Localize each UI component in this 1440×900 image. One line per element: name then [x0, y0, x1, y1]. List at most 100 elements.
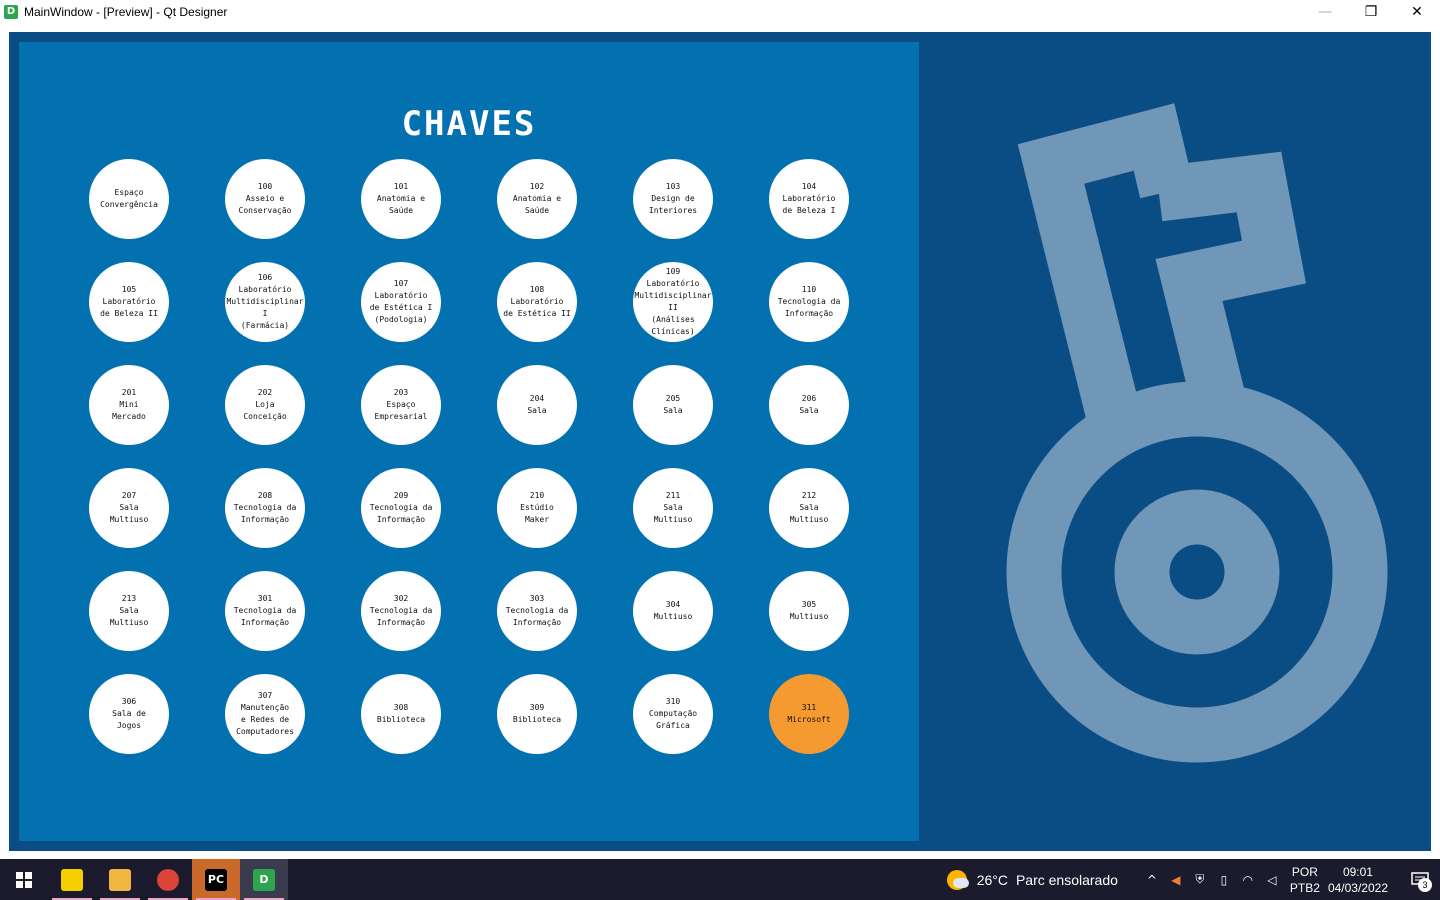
audio-alert-icon[interactable]: ◀: [1164, 873, 1188, 887]
key-button[interactable]: 209 Tecnologia da Informação: [361, 468, 441, 548]
weather-description: Parc ensolarado: [1015, 871, 1118, 888]
key-button-label: 107 Laboratório de Estética I (Podologia…: [369, 279, 433, 324]
key-button-label: 100 Asseio e Conservação: [238, 182, 292, 215]
key-button[interactable]: 212 Sala Multiuso: [769, 468, 849, 548]
key-button[interactable]: 110 Tecnologia da Informação: [769, 262, 849, 342]
keys-grid: Espaço Convergência 100 Asseio e Conserva…: [89, 159, 849, 754]
clock[interactable]: 09:01 04/03/2022: [1328, 864, 1388, 896]
key-button-label: 209 Tecnologia da Informação: [369, 491, 433, 524]
key-button[interactable]: 102 Anatomia e Saúde: [497, 159, 577, 239]
key-button-label: 308 Biblioteca: [376, 703, 426, 724]
taskbar-qt-designer[interactable]: D: [240, 859, 288, 900]
restore-button[interactable]: ❐: [1348, 0, 1394, 23]
key-button-label: 301 Tecnologia da Informação: [233, 594, 297, 627]
key-button[interactable]: 311 Microsoft: [769, 674, 849, 754]
security-icon[interactable]: ⛨: [1188, 872, 1212, 887]
key-button-label: 204 Sala: [527, 394, 547, 415]
key-button-label: 205 Sala: [663, 394, 683, 415]
key-button-label: 210 Estúdio Maker: [520, 491, 554, 524]
key-button[interactable]: 202 Loja Conceição: [225, 365, 305, 445]
key-button[interactable]: 308 Biblioteca: [361, 674, 441, 754]
key-button-label: 305 Multiuso: [789, 600, 829, 621]
key-button[interactable]: 101 Anatomia e Saúde: [361, 159, 441, 239]
key-button[interactable]: 201 Mini Mercado: [89, 365, 169, 445]
language-indicator[interactable]: POR PTB2: [1290, 864, 1320, 896]
key-button-label: 105 Laboratório de Beleza II: [100, 285, 158, 318]
chevron-up-icon[interactable]: ^: [1140, 873, 1164, 887]
key-button[interactable]: 213 Sala Multiuso: [89, 571, 169, 651]
key-button[interactable]: 103 Design de Interiores: [633, 159, 713, 239]
key-button[interactable]: 106 Laboratório Multidisciplinar I (Farm…: [225, 262, 305, 342]
key-button-label: 304 Multiuso: [653, 600, 693, 621]
key-button[interactable]: 304 Multiuso: [633, 571, 713, 651]
key-button-label: 203 Espaço Empresarial: [374, 388, 428, 421]
key-button[interactable]: 104 Laboratório de Beleza I: [769, 159, 849, 239]
taskbar-file-explorer[interactable]: [96, 859, 144, 900]
key-button[interactable]: 306 Sala de Jogos: [89, 674, 169, 754]
key-button[interactable]: 303 Tecnologia da Informação: [497, 571, 577, 651]
key-button-label: 106 Laboratório Multidisciplinar I (Farm…: [226, 273, 304, 330]
key-button[interactable]: 108 Laboratório de Estética II: [497, 262, 577, 342]
key-button[interactable]: 208 Tecnologia da Informação: [225, 468, 305, 548]
key-button-label: 101 Anatomia e Saúde: [376, 182, 426, 215]
taskbar-sticky-notes[interactable]: [48, 859, 96, 900]
key-button-label: 306 Sala de Jogos: [112, 697, 146, 730]
keys-panel: CHAVES Espaço Convergência 100 Asseio e C…: [19, 42, 919, 841]
clock-time: 09:01: [1342, 864, 1373, 879]
weather-temperature: 26°C: [976, 871, 1008, 888]
key-button-label: 211 Sala Multiuso: [653, 491, 693, 524]
key-button[interactable]: 204 Sala: [497, 365, 577, 445]
notification-count-badge: 3: [1418, 878, 1432, 892]
main-window: CHAVES Espaço Convergência 100 Asseio e C…: [9, 32, 1431, 851]
key-button-label: 108 Laboratório de Estética II: [503, 285, 571, 318]
key-button-label: 103 Design de Interiores: [648, 182, 698, 215]
key-button-label: 307 Manutenção e Redes de Computadores: [236, 691, 294, 736]
taskbar: PC D 26°C Parc ensolarado ^ ◀ ⛨ ▯ ◠ ◁ PO…: [0, 859, 1440, 900]
close-button[interactable]: ✕: [1394, 0, 1440, 23]
start-button[interactable]: [0, 859, 48, 900]
volume-icon[interactable]: ◁: [1260, 873, 1284, 887]
key-button[interactable]: 301 Tecnologia da Informação: [225, 571, 305, 651]
key-button-label: 212 Sala Multiuso: [789, 491, 829, 524]
key-button[interactable]: 100 Asseio e Conservação: [225, 159, 305, 239]
key-button[interactable]: 206 Sala: [769, 365, 849, 445]
key-button-label: 110 Tecnologia da Informação: [777, 285, 841, 318]
usb-icon[interactable]: ▯: [1212, 873, 1236, 887]
key-button[interactable]: 305 Multiuso: [769, 571, 849, 651]
key-button[interactable]: 203 Espaço Empresarial: [361, 365, 441, 445]
key-button-label: 104 Laboratório de Beleza I: [782, 182, 836, 215]
key-button[interactable]: 109 Laboratório Multidisciplinar II (Aná…: [633, 262, 713, 342]
key-button[interactable]: 105 Laboratório de Beleza II: [89, 262, 169, 342]
key-button-label: 303 Tecnologia da Informação: [505, 594, 569, 627]
key-button[interactable]: 205 Sala: [633, 365, 713, 445]
taskbar-chrome[interactable]: [144, 859, 192, 900]
key-button[interactable]: 310 Computação Gráfica: [633, 674, 713, 754]
page-title: CHAVES: [401, 104, 537, 144]
key-button[interactable]: 107 Laboratório de Estética I (Podologia…: [361, 262, 441, 342]
key-button-label: 213 Sala Multiuso: [109, 594, 149, 627]
key-button-label: 206 Sala: [799, 394, 819, 415]
key-button-label: 208 Tecnologia da Informação: [233, 491, 297, 524]
qt-designer-app-icon: D: [4, 4, 18, 19]
key-button[interactable]: 307 Manutenção e Redes de Computadores: [225, 674, 305, 754]
wifi-icon[interactable]: ◠: [1236, 873, 1260, 887]
weather-widget[interactable]: 26°C Parc ensolarado: [946, 869, 1126, 890]
window-titlebar: D MainWindow - [Preview] - Qt Designer —…: [0, 0, 1440, 23]
weather-icon: [946, 869, 969, 890]
key-button[interactable]: 207 Sala Multiuso: [89, 468, 169, 548]
windows-icon: [16, 871, 32, 888]
key-button-label: 311 Microsoft: [787, 703, 831, 724]
key-button[interactable]: 210 Estúdio Maker: [497, 468, 577, 548]
clock-date: 04/03/2022: [1327, 880, 1388, 895]
language-code: POR: [1291, 864, 1318, 879]
minimize-button[interactable]: —: [1302, 0, 1348, 23]
notification-center-button[interactable]: 3: [1400, 859, 1440, 900]
folder-icon: [109, 868, 131, 891]
key-button[interactable]: 211 Sala Multiuso: [633, 468, 713, 548]
taskbar-pycharm[interactable]: PC: [192, 859, 240, 900]
key-button[interactable]: 309 Biblioteca: [497, 674, 577, 754]
window-title: MainWindow - [Preview] - Qt Designer: [24, 4, 228, 19]
keyboard-layout: PTB2: [1289, 880, 1320, 895]
key-button[interactable]: 302 Tecnologia da Informação: [361, 571, 441, 651]
key-button[interactable]: Espaço Convergência: [89, 159, 169, 239]
